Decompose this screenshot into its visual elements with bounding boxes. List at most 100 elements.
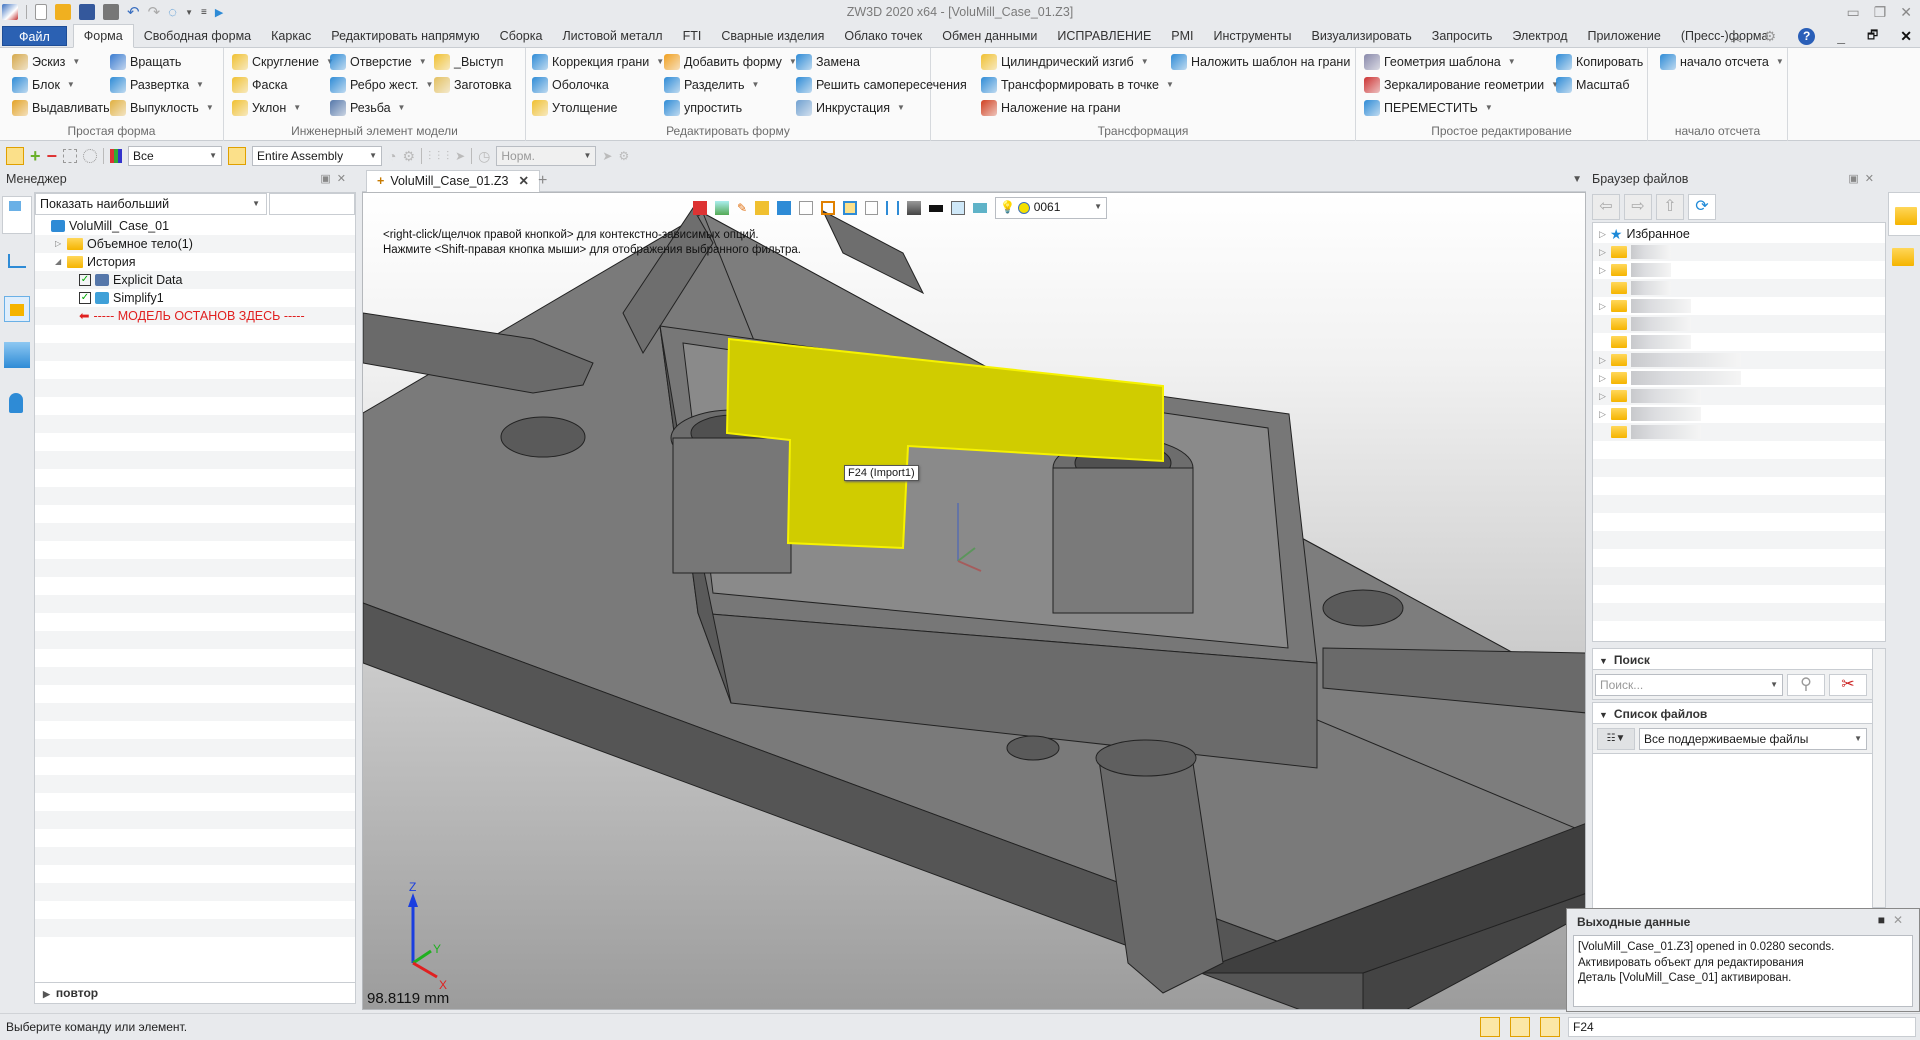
tree-item[interactable]: ▷ Объемное тело(1) — [35, 235, 355, 253]
checkbox[interactable]: ✓ — [79, 292, 91, 304]
folder-item[interactable]: ▷ — [1593, 369, 1885, 387]
chevron-down-icon[interactable]: ▼ — [1485, 98, 1493, 118]
doc-close-button[interactable]: ✕ — [1900, 28, 1912, 45]
part-tab[interactable] — [4, 296, 30, 322]
sketch-button[interactable]: Эскиз ▼ — [12, 52, 80, 72]
expand-icon[interactable]: ▷ — [55, 235, 63, 253]
tab-9[interactable]: Облако точек — [834, 25, 932, 47]
tree-filter-select[interactable]: Показать наибольший ▼ — [35, 193, 267, 215]
point-deform-button[interactable]: Трансформировать в точке ▼ — [981, 75, 1174, 95]
chamfer-button[interactable]: Фаска — [232, 75, 287, 95]
file-list[interactable] — [1592, 754, 1886, 924]
divide-button[interactable]: Разделить ▼ — [664, 75, 759, 95]
expand-icon[interactable]: ▷ — [1599, 351, 1607, 369]
filter-select[interactable]: Все ▼ — [128, 146, 223, 166]
rib-button[interactable]: Ребро жест. ▼ — [330, 75, 433, 95]
expand-icon[interactable]: ▷ — [1599, 369, 1607, 387]
stock-button[interactable]: Заготовка — [434, 75, 511, 95]
frame-icon[interactable] — [865, 201, 879, 215]
image-tab[interactable] — [4, 342, 30, 368]
forward-button[interactable]: ⇨ — [1624, 194, 1652, 220]
refresh-button[interactable]: ⟳ — [1688, 194, 1716, 220]
tree-search-input[interactable] — [269, 193, 355, 215]
tree-item[interactable]: ✓ Explicit Data — [35, 271, 355, 289]
chevron-down-icon[interactable]: ▼ — [293, 98, 301, 118]
tab-15[interactable]: Запросить — [1422, 25, 1503, 47]
tab-17[interactable]: Приложение — [1578, 25, 1671, 47]
panel-pin-icon[interactable]: ▣ — [1848, 173, 1864, 185]
tab-6[interactable]: Листовой металл — [552, 25, 672, 47]
timer-icon[interactable]: ◷ — [478, 148, 490, 165]
chevron-down-icon[interactable]: ▼ — [196, 75, 204, 95]
tab-8[interactable]: Сварные изделия — [711, 25, 834, 47]
folder-item[interactable] — [1593, 315, 1885, 333]
doc-minimize-button[interactable]: _ — [1837, 29, 1845, 45]
panel-close-icon[interactable]: ✕ — [337, 173, 352, 185]
block-button[interactable]: Блок ▼ — [12, 75, 75, 95]
collapse-ribbon-icon[interactable]: ︽ — [1731, 29, 1742, 45]
tree-item[interactable]: VoluMill_Case_01 — [35, 217, 355, 235]
simplify-button[interactable]: упростить — [664, 98, 742, 118]
expand-icon[interactable]: ▷ — [1599, 405, 1607, 423]
tab-16[interactable]: Электрод — [1502, 25, 1577, 47]
color-black-icon[interactable] — [929, 204, 944, 212]
cursor-icon[interactable]: ➤ — [455, 149, 465, 163]
datum-button[interactable]: начало отсчета ▼ — [1660, 52, 1784, 72]
close-tab-icon[interactable]: ✕ — [518, 171, 528, 192]
restore-button[interactable]: ❐ — [1874, 4, 1887, 21]
wireframe-cube-icon[interactable] — [799, 201, 814, 215]
shade-icon[interactable] — [755, 201, 770, 215]
lip-button[interactable]: _Выступ — [434, 52, 503, 72]
output-toggle-icon[interactable] — [1540, 1017, 1560, 1037]
replace-button[interactable]: Замена — [796, 52, 860, 72]
render-icon[interactable] — [907, 201, 922, 215]
pointer-icon[interactable]: ➤ — [602, 149, 612, 163]
tab-11[interactable]: ИСПРАВЛЕНИЕ — [1047, 25, 1161, 47]
folder-item[interactable]: ▷ — [1593, 243, 1885, 261]
layer-select[interactable]: 💡 0061 ▼ — [995, 197, 1108, 219]
doc-restore-button[interactable]: 🗗 — [1867, 26, 1878, 47]
back-button[interactable]: ⇦ — [1592, 194, 1620, 220]
tree-item[interactable]: ◢ История — [35, 253, 355, 271]
color-swatch-icon[interactable] — [951, 201, 966, 215]
filter-icon[interactable] — [110, 149, 123, 163]
favorites-item[interactable]: ▷ ★ Избранное — [1593, 225, 1885, 243]
tools-tab[interactable] — [1892, 248, 1918, 274]
exit-icon[interactable] — [693, 201, 707, 215]
hole-button[interactable]: Отверстие ▼ — [330, 52, 427, 72]
pattern-button[interactable]: Геометрия шаблона ▼ — [1364, 52, 1516, 72]
revolve-button[interactable]: Вращать — [110, 52, 181, 72]
minimize-button[interactable]: ▭ — [1846, 4, 1859, 21]
tab-7[interactable]: FTI — [673, 25, 712, 47]
mirror-button[interactable]: Зеркалирование геометрии▼ — [1364, 75, 1559, 95]
tab-12[interactable]: PMI — [1161, 25, 1203, 47]
clock-icon[interactable]: ◔ — [388, 148, 396, 164]
shell-button[interactable]: Оболочка — [532, 75, 609, 95]
output-close-icon[interactable]: ✕ — [1893, 913, 1911, 927]
cylinder-bend-button[interactable]: Цилиндрический изгиб ▼ — [981, 52, 1149, 72]
folder-item[interactable]: ▷ — [1593, 351, 1885, 369]
add-shape-button[interactable]: Добавить форму ▼ — [664, 52, 797, 72]
thread-button[interactable]: Резьба ▼ — [330, 98, 405, 118]
face-offset-button[interactable]: Коррекция грани ▼ — [532, 52, 664, 72]
assembly-tab[interactable] — [4, 248, 30, 274]
scale-button[interactable]: Масштаб — [1556, 75, 1629, 95]
3d-viewport[interactable]: Z Y X ✎ 💡 0061 ▼ <right-click/щелчок пра… — [362, 192, 1586, 1010]
tab-14[interactable]: Визуализировать — [1301, 25, 1421, 47]
folder-item[interactable] — [1593, 333, 1885, 351]
pick-filter-icon[interactable] — [6, 147, 24, 165]
lasso-select-icon[interactable] — [83, 149, 98, 163]
folder-tab[interactable] — [1888, 192, 1920, 236]
display-filter-icon[interactable] — [715, 201, 729, 215]
folder-item[interactable]: ▷ — [1593, 387, 1885, 405]
tab-4[interactable]: Редактировать напрямую — [321, 25, 489, 47]
history-tab[interactable] — [2, 196, 32, 234]
dimension-icon[interactable] — [886, 201, 900, 215]
new-tab-icon[interactable]: + — [538, 172, 547, 190]
clear-search-button[interactable]: ✂ — [1829, 674, 1867, 696]
snap-icon[interactable]: ⚙ — [618, 149, 629, 163]
extrude-button[interactable]: Выдавливать — [12, 98, 110, 118]
add-icon[interactable]: + — [30, 146, 41, 167]
tab-13[interactable]: Инструменты — [1204, 25, 1302, 47]
move-button[interactable]: ПЕРЕМЕСТИТЬ ▼ — [1364, 98, 1493, 118]
